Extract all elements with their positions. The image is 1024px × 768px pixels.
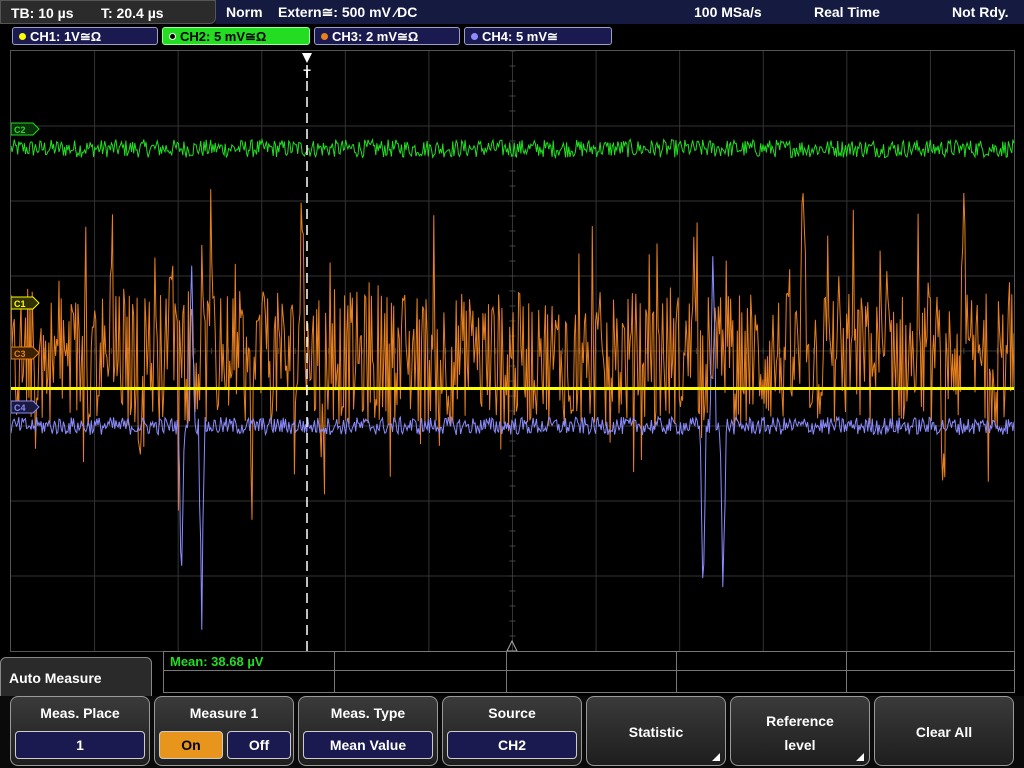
meas-type-softkey[interactable]: Meas. Type Mean Value <box>298 696 438 766</box>
meas-place-label: Meas. Place <box>40 705 120 721</box>
clear-all-softkey[interactable]: Clear All <box>874 696 1014 766</box>
source-softkey[interactable]: Source CH2 <box>442 696 582 766</box>
ch3-offset-marker[interactable]: C3 <box>11 346 40 360</box>
softkey-bar: Meas. Place 1 Measure 1 On Off Meas. Typ… <box>0 696 1024 768</box>
ch1-color-dot <box>19 33 26 41</box>
ch1-offset-marker[interactable]: C1 <box>11 296 40 310</box>
menu-title: Auto Measure <box>9 670 102 686</box>
waveform-plot: T C2 C1 C3 C4 <box>11 51 1014 651</box>
reference-level-label-2: level <box>784 737 816 753</box>
acquisition-status-row[interactable]: Norm Extern≅: 500 mV ⁄DC 100 MSa/s Real … <box>216 0 1024 24</box>
trigger-mode: Norm <box>226 4 263 20</box>
timebase-box[interactable]: TB: 10 µs T: 20.4 µs <box>0 0 216 24</box>
source-label: Source <box>488 705 536 721</box>
submenu-corner-icon <box>712 753 720 761</box>
ch2-offset-label: C2 <box>14 125 26 135</box>
meas-place-softkey[interactable]: Meas. Place 1 <box>10 696 150 766</box>
measure-1-softkey[interactable]: Measure 1 On Off <box>154 696 294 766</box>
reference-level-softkey[interactable]: Reference level <box>730 696 870 766</box>
ch4-offset-label: C4 <box>14 403 26 413</box>
ch3-color-dot <box>321 33 328 41</box>
result-cell-divider <box>334 652 335 692</box>
result-cell-divider <box>846 652 847 692</box>
statistic-label: Statistic <box>628 724 684 740</box>
reference-level-label-1: Reference <box>766 713 834 729</box>
ch1-label: CH1: 1V≅Ω <box>30 29 102 44</box>
tab-ch1[interactable]: CH1: 1V≅Ω <box>12 27 158 45</box>
tab-ch2[interactable]: CH2: 5 mV≅Ω <box>162 27 310 45</box>
auto-measure-menu-tab[interactable]: Auto Measure <box>0 657 152 697</box>
meas-type-label: Meas. Type <box>330 705 406 721</box>
acquisition-status: Not Rdy. <box>952 4 1009 20</box>
ch3-label: CH3: 2 mV≅Ω <box>332 29 419 44</box>
measure-1-off-button[interactable]: Off <box>227 731 291 759</box>
ch4-label: CH4: 5 mV≅ <box>482 29 558 44</box>
ch2-offset-marker[interactable]: C2 <box>11 122 40 136</box>
source-value[interactable]: CH2 <box>447 731 577 759</box>
trigger-position-icon[interactable] <box>302 53 312 63</box>
ch4-color-dot <box>471 33 478 41</box>
statistic-softkey[interactable]: Statistic <box>586 696 726 766</box>
tab-ch3[interactable]: CH3: 2 mV≅Ω <box>314 27 460 45</box>
trigger-time-value: T: 20.4 µs <box>101 5 164 21</box>
measurement-1-result: Mean: 38.68 µV <box>170 654 264 669</box>
ch4-offset-marker[interactable]: C4 <box>11 400 40 414</box>
trigger-position-label: T <box>303 67 311 81</box>
measurement-results: Mean: 38.68 µV <box>163 651 1015 693</box>
waveform-display[interactable]: T C2 C1 C3 C4 <box>10 50 1015 652</box>
trigger-source: Extern≅: 500 mV ⁄DC <box>278 4 418 20</box>
measure-1-on-button[interactable]: On <box>159 731 223 759</box>
submenu-corner-icon <box>856 753 864 761</box>
acquisition-mode: Real Time <box>814 4 880 20</box>
result-cell-divider <box>676 652 677 692</box>
result-cell-divider <box>506 652 507 692</box>
ch1-offset-label: C1 <box>14 299 26 309</box>
measure-1-label: Measure 1 <box>189 705 259 721</box>
ch2-label: CH2: 5 mV≅Ω <box>180 29 267 44</box>
top-status-bar: TB: 10 µs T: 20.4 µs Norm Extern≅: 500 m… <box>0 0 1024 24</box>
meas-place-value[interactable]: 1 <box>15 731 145 759</box>
channel-tabs: CH1: 1V≅Ω CH2: 5 mV≅Ω CH3: 2 mV≅Ω CH4: 5… <box>0 26 1024 48</box>
result-divider <box>164 670 1014 671</box>
clear-all-label: Clear All <box>915 724 973 740</box>
ch2-color-dot <box>169 33 176 41</box>
meas-type-value[interactable]: Mean Value <box>303 731 433 759</box>
tab-ch4[interactable]: CH4: 5 mV≅ <box>464 27 612 45</box>
ch3-offset-label: C3 <box>14 349 26 359</box>
sample-rate: 100 MSa/s <box>694 4 762 20</box>
timebase-value: TB: 10 µs <box>11 5 74 21</box>
